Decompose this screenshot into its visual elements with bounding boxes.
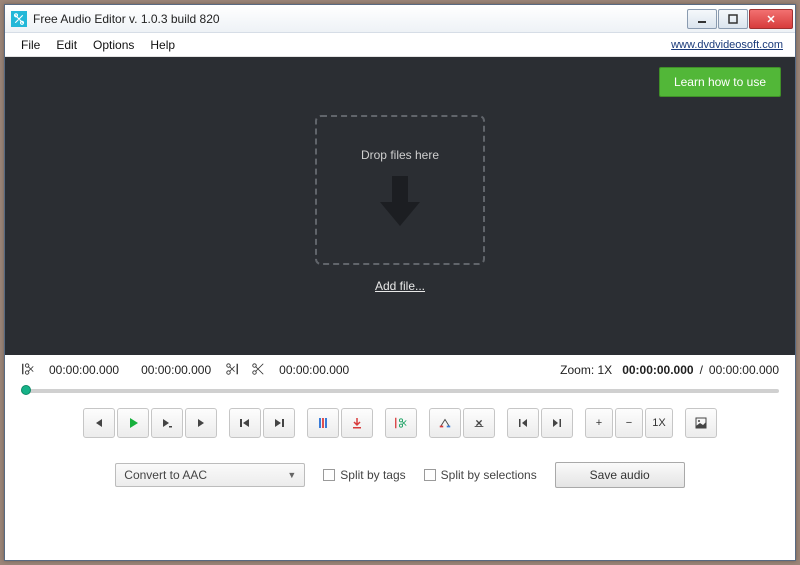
seek-thumb[interactable] — [21, 385, 31, 395]
menu-options[interactable]: Options — [85, 38, 142, 52]
delete-selection-button[interactable] — [463, 408, 495, 438]
bottom-bar: Convert to AAC ▼ Split by tags Split by … — [5, 445, 795, 505]
website-link[interactable]: www.dvdvideosoft.com — [671, 39, 787, 51]
zoom-reset-button[interactable]: 1X — [645, 408, 673, 438]
split-by-selections-label: Split by selections — [441, 468, 537, 482]
seek-slider[interactable] — [5, 381, 795, 401]
titlebar: Free Audio Editor v. 1.0.3 build 820 — [5, 5, 795, 33]
trim-outside-button[interactable] — [429, 408, 461, 438]
save-audio-button[interactable]: Save audio — [555, 462, 685, 488]
selection-times: 00:00:00.000 00:00:00.000 00:00:00.000 — [21, 362, 357, 379]
dropzone-label: Drop files here — [361, 148, 439, 162]
time-bar: 00:00:00.000 00:00:00.000 00:00:00.000 Z… — [5, 355, 795, 381]
window-title: Free Audio Editor v. 1.0.3 build 820 — [33, 12, 687, 26]
menu-file[interactable]: File — [13, 38, 48, 52]
selection-start-time: 00:00:00.000 — [49, 363, 119, 377]
cover-art-button[interactable] — [685, 408, 717, 438]
app-icon — [11, 11, 27, 27]
toolbar: + − 1X — [5, 401, 795, 445]
zoom-in-button[interactable]: + — [585, 408, 613, 438]
format-dropdown-value: Convert to AAC — [124, 468, 207, 482]
menubar: File Edit Options Help www.dvdvideosoft.… — [5, 33, 795, 57]
waveform-area: Learn how to use Drop files here Add fil… — [5, 57, 795, 355]
time-separator: / — [700, 363, 703, 377]
dropzone[interactable]: Drop files here — [315, 115, 485, 265]
split-by-selections-checkbox[interactable]: Split by selections — [424, 468, 537, 482]
minimize-button[interactable] — [687, 9, 717, 29]
skip-start-button[interactable] — [229, 408, 261, 438]
add-file-link[interactable]: Add file... — [315, 279, 485, 293]
split-by-tags-checkbox[interactable]: Split by tags — [323, 468, 405, 482]
menu-help[interactable]: Help — [142, 38, 183, 52]
learn-button[interactable]: Learn how to use — [659, 67, 781, 97]
skip-end-button[interactable] — [263, 408, 295, 438]
markers-button[interactable] — [307, 408, 339, 438]
split-by-tags-label: Split by tags — [340, 468, 405, 482]
cut-selection-button[interactable] — [385, 408, 417, 438]
app-window: Free Audio Editor v. 1.0.3 build 820 Fil… — [4, 4, 796, 561]
scissors-bracket-left-icon — [21, 362, 35, 379]
window-controls — [687, 9, 793, 29]
zoom-label: Zoom: 1X — [560, 363, 612, 377]
arrow-down-icon — [376, 172, 424, 233]
scissors-icon — [251, 362, 265, 379]
chevron-down-icon: ▼ — [287, 470, 296, 480]
close-button[interactable] — [749, 9, 793, 29]
maximize-button[interactable] — [718, 9, 748, 29]
total-time: 00:00:00.000 — [709, 363, 779, 377]
format-dropdown[interactable]: Convert to AAC ▼ — [115, 463, 305, 487]
goto-start-button[interactable] — [507, 408, 539, 438]
step-back-button[interactable] — [83, 408, 115, 438]
checkbox-box — [323, 469, 335, 481]
goto-end-button[interactable] — [541, 408, 573, 438]
play-button[interactable] — [117, 408, 149, 438]
menu-edit[interactable]: Edit — [48, 38, 85, 52]
current-time: 00:00:00.000 — [622, 363, 693, 377]
download-marker-button[interactable] — [341, 408, 373, 438]
selection-end-time: 00:00:00.000 — [141, 363, 211, 377]
step-forward-button[interactable] — [185, 408, 217, 438]
scissors-bracket-right-icon — [225, 362, 239, 379]
seek-track — [21, 389, 779, 393]
play-to-end-button[interactable] — [151, 408, 183, 438]
zoom-out-button[interactable]: − — [615, 408, 643, 438]
checkbox-box — [424, 469, 436, 481]
clip-time: 00:00:00.000 — [279, 363, 349, 377]
